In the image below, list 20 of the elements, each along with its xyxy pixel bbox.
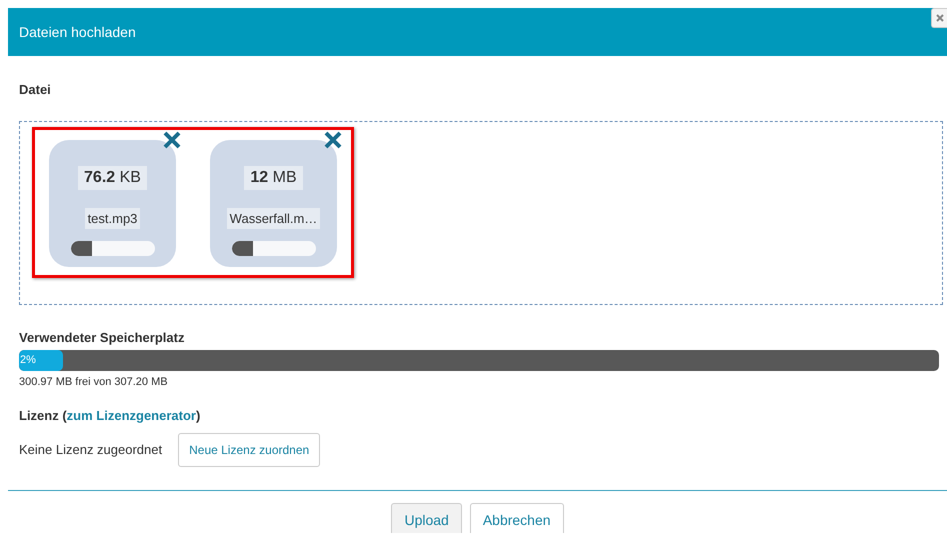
assign-license-button[interactable]: Neue Lizenz zuordnen: [178, 433, 320, 467]
storage-summary: 300.97 MB frei von 307.20 MB: [19, 375, 169, 390]
dialog-title: Dateien hochladen: [19, 22, 136, 42]
storage-fill: 2%: [19, 350, 64, 371]
generator-link[interactable]: zum Lizenzgenerator: [66, 406, 196, 425]
close-icon[interactable]: [162, 130, 182, 150]
section-label: Verwendeter Speicherplatz: [19, 328, 186, 347]
file-size: 12 MB: [244, 166, 303, 190]
file-name: Wasserfall.m…: [226, 208, 320, 229]
cancel-button[interactable]: Abbrechen: [470, 503, 564, 533]
upload-button[interactable]: Upload: [391, 503, 462, 533]
close-button[interactable]: [931, 8, 947, 28]
close-icon[interactable]: [323, 130, 343, 150]
file-name: test.mp3: [84, 208, 140, 229]
file-size: 76.2 KB: [78, 166, 147, 190]
section-label: Datei: [19, 81, 52, 99]
close-icon[interactable]: [936, 14, 944, 22]
section-label: Lizenz (: [19, 406, 67, 425]
license-status: Keine Lizenz zugeordnet: [19, 441, 162, 460]
section-label: ): [196, 406, 200, 425]
